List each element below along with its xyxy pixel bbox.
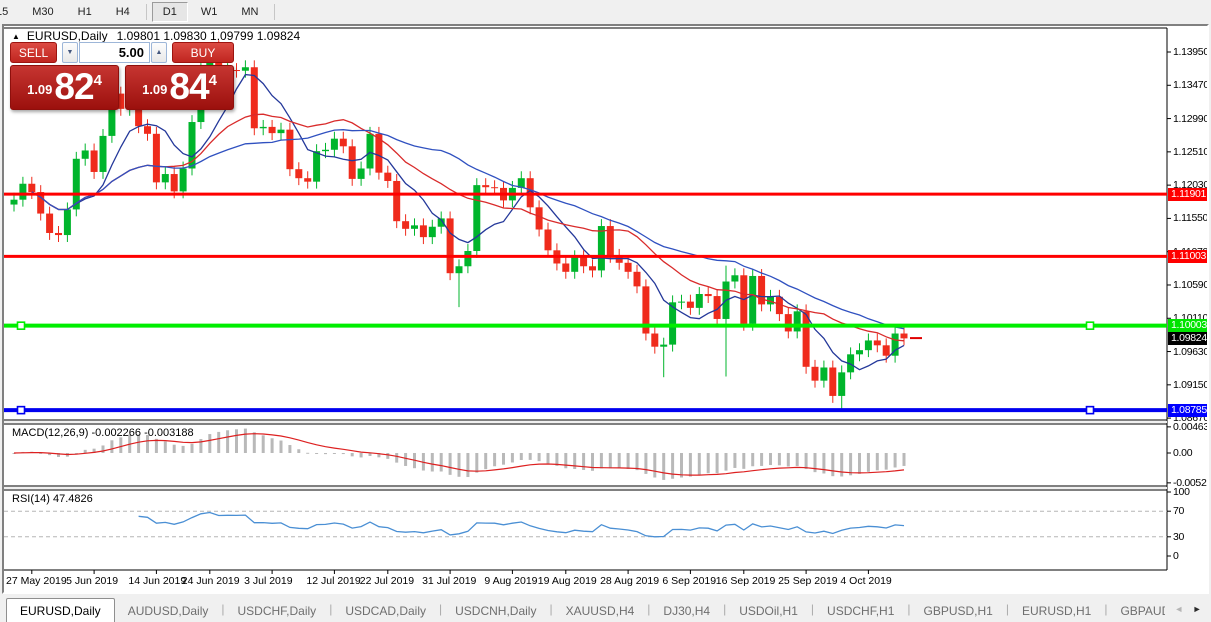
price-axis-label: 1.09150 — [1173, 379, 1207, 391]
chart-tab-usdcnh-daily[interactable]: USDCNH,Daily — [442, 600, 549, 622]
buy-price-button[interactable]: 1.09 84 4 — [125, 65, 234, 110]
chart-tab-usdchf-daily[interactable]: USDCHF,Daily — [225, 600, 330, 622]
current-price-label: 1.09824 — [1168, 332, 1207, 345]
macd-scale-label: 0.00463 — [1173, 421, 1207, 433]
candlestick-chart[interactable] — [4, 26, 1207, 592]
macd-scale-label: 0.00 — [1173, 447, 1207, 459]
date-axis-label: 4 Oct 2019 — [840, 575, 891, 587]
rsi-scale-label: 70 — [1173, 505, 1207, 517]
macd-indicator-label: MACD(12,26,9) -0.002266 -0.003188 — [12, 427, 194, 439]
buy-price-prefix: 1.09 — [142, 75, 167, 105]
chart-tab-eurusd-h1[interactable]: EURUSD,H1 — [1009, 600, 1104, 622]
date-axis-label: 3 Jul 2019 — [244, 575, 292, 587]
hline-price-label: 1.11003 — [1168, 250, 1207, 263]
tab-scroll-arrows: ◄ ► — [1165, 596, 1211, 622]
tab-scroll-left-icon[interactable]: ◄ — [1174, 604, 1183, 614]
price-axis-label: 1.11550 — [1173, 212, 1207, 224]
price-axis-label: 1.10590 — [1173, 279, 1207, 291]
chart-tab-xauusd-h4[interactable]: XAUUSD,H4 — [553, 600, 648, 622]
price-axis-label: 1.12510 — [1173, 146, 1207, 158]
timeframe-toolbar: 15M30H1H4 D1W1MN — [0, 0, 279, 23]
chart-collapse-icon[interactable]: ▲ — [12, 32, 20, 41]
rsi-scale-label: 100 — [1173, 486, 1207, 498]
timeframe-button-15[interactable]: 15 — [0, 2, 19, 22]
price-axis-label: 1.09630 — [1173, 346, 1207, 358]
date-axis-label: 27 May 2019 — [6, 575, 67, 587]
timeframe-button-d1[interactable]: D1 — [152, 2, 188, 22]
chart-title-row: ▲ EURUSD,Daily 1.09801 1.09830 1.09799 1… — [12, 29, 300, 43]
one-click-trade-panel: SELL ▼ ▲ BUY 1.09 82 4 1.09 84 4 — [10, 42, 234, 110]
date-axis-label: 9 Aug 2019 — [484, 575, 537, 587]
timeframe-button-h4[interactable]: H4 — [105, 2, 141, 22]
timeframe-button-mn[interactable]: MN — [230, 2, 269, 22]
timeframe-button-w1[interactable]: W1 — [190, 2, 229, 22]
hline-handle[interactable] — [18, 407, 25, 414]
hline-handle[interactable] — [18, 322, 25, 329]
date-axis-label: 6 Sep 2019 — [662, 575, 716, 587]
chart-tab-audusd-daily[interactable]: AUDUSD,Daily — [115, 600, 222, 622]
date-axis-label: 5 Jun 2019 — [66, 575, 118, 587]
volume-input[interactable] — [79, 42, 150, 63]
sell-price-button[interactable]: 1.09 82 4 — [10, 65, 119, 110]
buy-price-pip: 4 — [209, 73, 217, 88]
hline-handle[interactable] — [1087, 322, 1094, 329]
chart-tab-bar: EURUSD,DailyAUDUSD,Daily|USDCHF,Daily|US… — [0, 596, 1211, 622]
hline-price-label: 1.11901 — [1168, 188, 1207, 201]
hline-handle[interactable] — [1087, 407, 1094, 414]
date-axis-label: 24 Jun 2019 — [182, 575, 240, 587]
timeframe-button-h1[interactable]: H1 — [67, 2, 103, 22]
date-axis-label: 16 Sep 2019 — [716, 575, 776, 587]
rsi-scale-label: 0 — [1173, 550, 1207, 562]
price-axis-label: 1.13470 — [1173, 79, 1207, 91]
hline-price-label: 1.08785 — [1168, 404, 1207, 417]
rsi-scale-label: 30 — [1173, 531, 1207, 543]
sell-button[interactable]: SELL — [10, 42, 57, 63]
chart-window: ▲ EURUSD,Daily 1.09801 1.09830 1.09799 1… — [2, 24, 1209, 594]
chart-window-content: ▲ EURUSD,Daily 1.09801 1.09830 1.09799 1… — [4, 26, 1207, 592]
toolbar-separator — [146, 4, 147, 20]
chart-tab-dj30-h4[interactable]: DJ30,H4 — [650, 600, 723, 622]
trading-terminal: 15M30H1H4 D1W1MN ▲ EURUSD,Daily 1.09801 1… — [0, 0, 1211, 622]
chart-tab-usdoil-h1[interactable]: USDOil,H1 — [726, 600, 811, 622]
buy-button[interactable]: BUY — [172, 42, 234, 63]
chart-tab-gbpusd-h1[interactable]: GBPUSD,H1 — [911, 600, 1006, 622]
timeframe-button-m30[interactable]: M30 — [21, 2, 64, 22]
date-axis-label: 22 Jul 2019 — [360, 575, 414, 587]
sell-price-prefix: 1.09 — [27, 75, 52, 105]
buy-price-main: 84 — [169, 68, 208, 105]
date-axis-label: 12 Jul 2019 — [306, 575, 360, 587]
sell-price-pip: 4 — [94, 73, 102, 88]
price-axis-label: 1.13950 — [1173, 46, 1207, 58]
chart-tab-eurusd-daily[interactable]: EURUSD,Daily — [6, 598, 115, 622]
date-axis-label: 31 Jul 2019 — [422, 575, 476, 587]
rsi-indicator-label: RSI(14) 47.4826 — [12, 493, 93, 505]
chart-ohlc-values: 1.09801 1.09830 1.09799 1.09824 — [117, 29, 301, 43]
hline-price-label: 1.10003 — [1168, 319, 1207, 332]
chart-tab-usdchf-h1[interactable]: USDCHF,H1 — [814, 600, 907, 622]
sell-price-main: 82 — [54, 68, 93, 105]
chart-tab-usdcad-daily[interactable]: USDCAD,Daily — [332, 600, 439, 622]
date-axis-label: 19 Aug 2019 — [538, 575, 597, 587]
date-axis-label: 28 Aug 2019 — [600, 575, 659, 587]
volume-increase-button[interactable]: ▲ — [151, 42, 167, 63]
volume-decrease-button[interactable]: ▼ — [62, 42, 78, 63]
toolbar-separator — [274, 4, 275, 20]
trade-panel-top-row: SELL ▼ ▲ BUY — [10, 42, 234, 63]
date-axis-label: 25 Sep 2019 — [778, 575, 838, 587]
price-axis-label: 1.12990 — [1173, 113, 1207, 125]
date-axis-label: 14 Jun 2019 — [128, 575, 186, 587]
tab-scroll-right-icon[interactable]: ► — [1193, 604, 1202, 614]
chart-title: EURUSD,Daily — [27, 29, 108, 43]
